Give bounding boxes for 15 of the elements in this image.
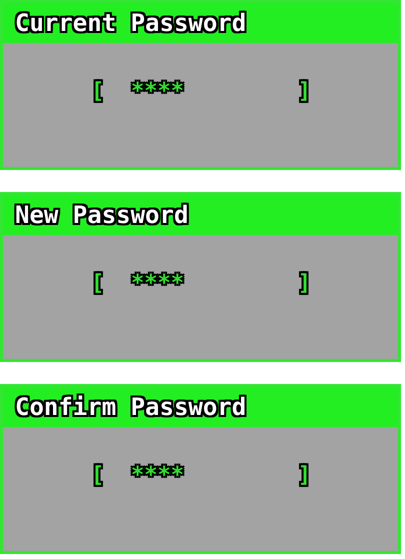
open-bracket: [ — [91, 273, 106, 295]
masked-value: **** — [131, 465, 185, 487]
password-field[interactable]: [ **** ] — [91, 273, 311, 295]
close-bracket: ] — [298, 273, 311, 295]
panel-title: Confirm Password — [15, 395, 246, 419]
password-field[interactable]: [ **** ] — [91, 465, 311, 487]
open-bracket: [ — [91, 465, 106, 487]
masked-value: **** — [131, 273, 185, 295]
close-bracket: ] — [298, 81, 311, 103]
password-field[interactable]: [ **** ] — [91, 81, 311, 103]
masked-value: **** — [131, 81, 185, 103]
panel-title: New Password — [15, 203, 188, 227]
panel-title: Current Password — [15, 11, 246, 35]
open-bracket: [ — [91, 81, 106, 103]
close-bracket: ] — [298, 465, 311, 487]
